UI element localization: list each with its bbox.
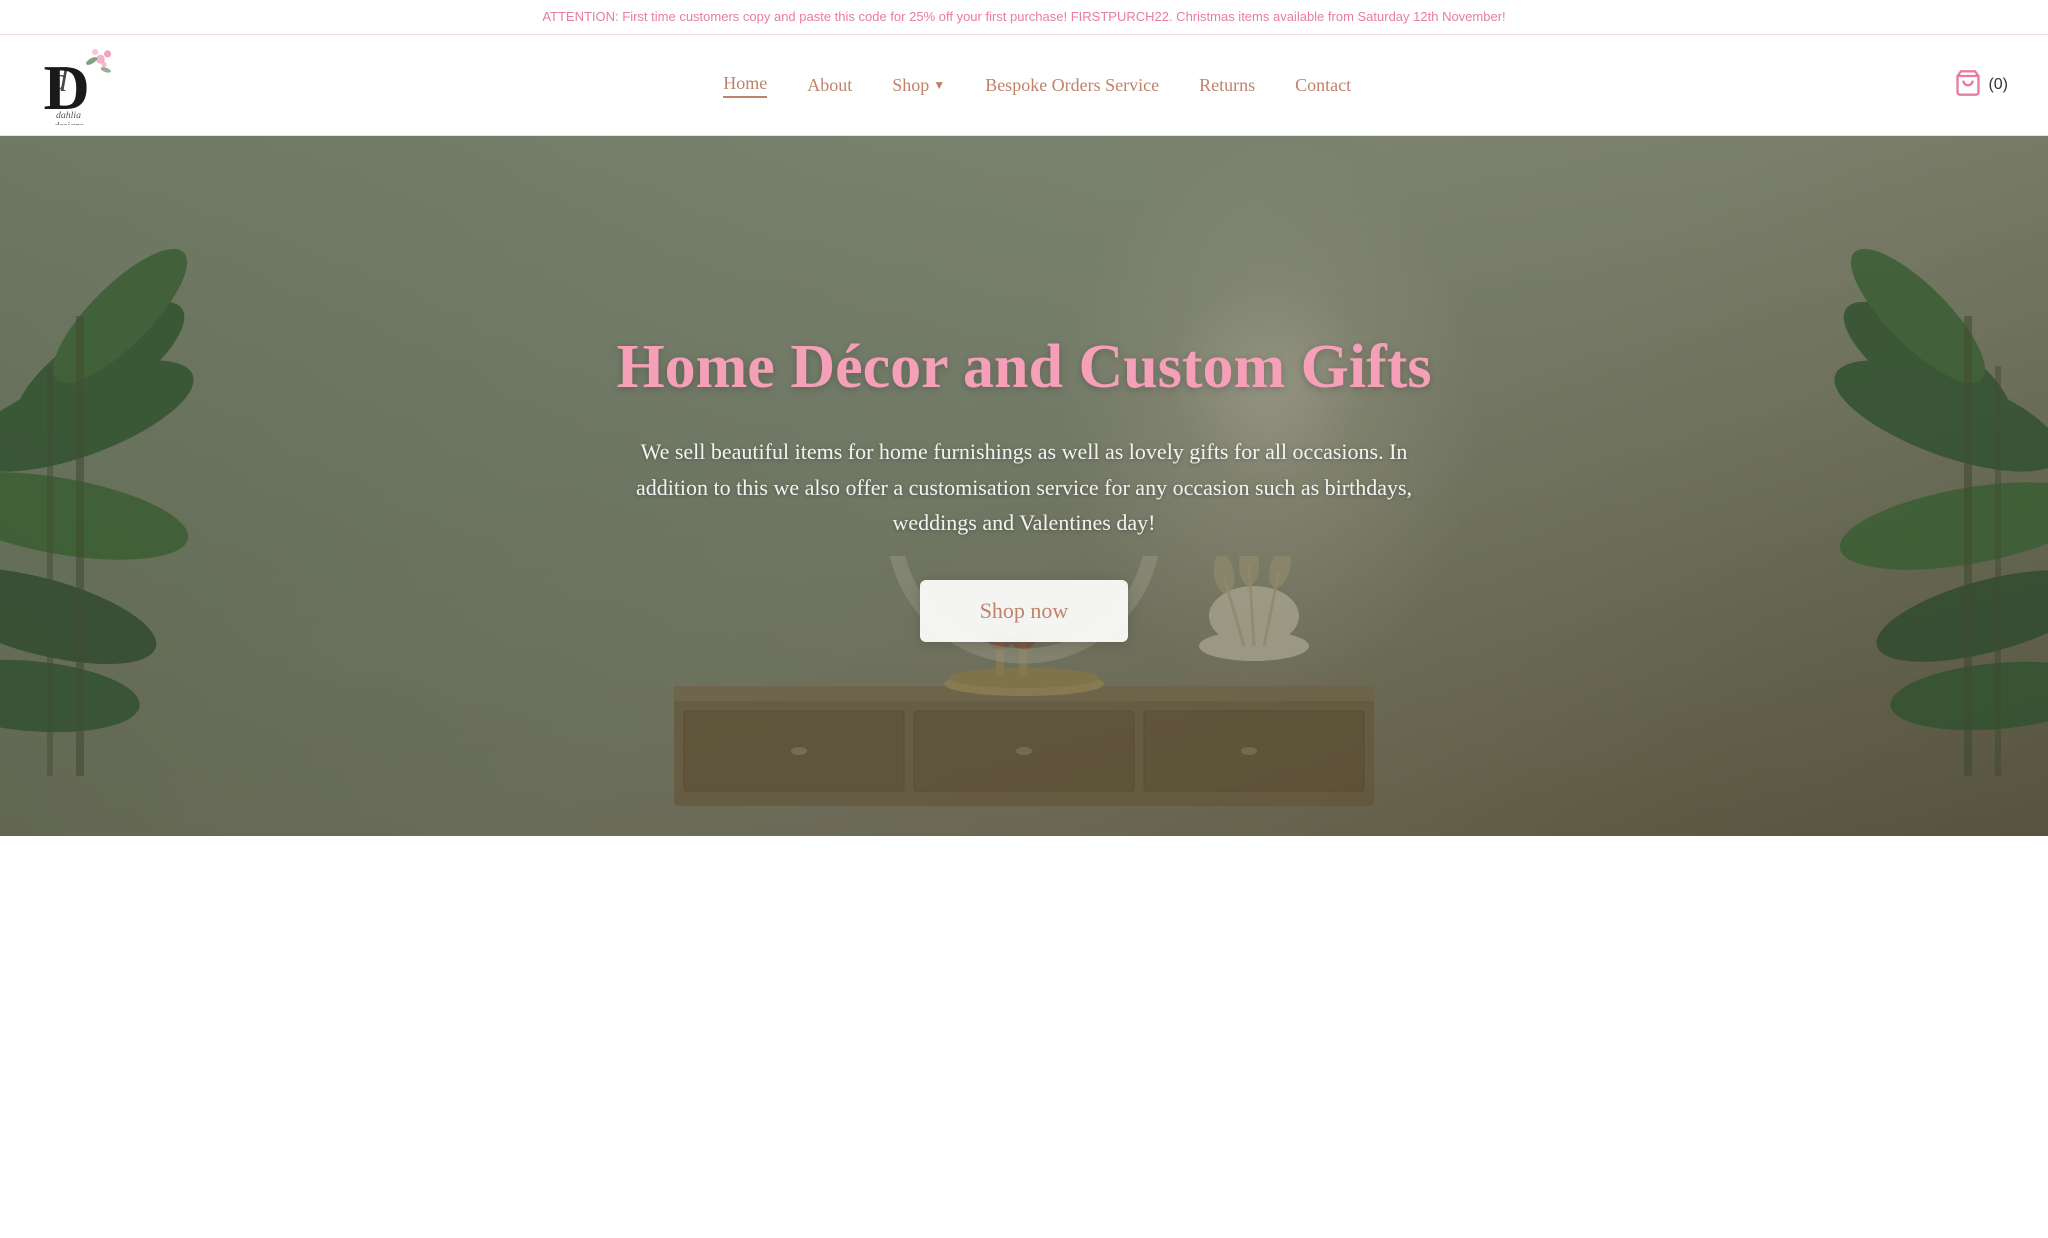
header: D d dahlia designs Home About: [0, 35, 2048, 136]
logo-area[interactable]: D d dahlia designs: [40, 45, 120, 125]
cart-count: (0): [1988, 76, 2008, 94]
hero-section: Home Décor and Custom Gifts We sell beau…: [0, 136, 2048, 836]
hero-content: Home Décor and Custom Gifts We sell beau…: [0, 136, 2048, 836]
shop-now-button[interactable]: Shop now: [920, 580, 1129, 642]
hero-title: Home Décor and Custom Gifts: [616, 330, 1431, 404]
shop-dropdown-chevron: ▼: [933, 78, 945, 93]
announcement-text: ATTENTION: First time customers copy and…: [542, 9, 1505, 24]
cart-icon: [1954, 69, 1982, 102]
nav-item-bespoke[interactable]: Bespoke Orders Service: [985, 75, 1159, 96]
svg-text:dahlia: dahlia: [56, 110, 81, 121]
logo-icon: D d dahlia designs: [40, 45, 120, 125]
nav-item-returns[interactable]: Returns: [1199, 75, 1255, 96]
svg-text:d: d: [51, 62, 68, 99]
svg-text:designs: designs: [54, 121, 83, 125]
announcement-bar: ATTENTION: First time customers copy and…: [0, 0, 2048, 35]
nav-item-shop[interactable]: Shop ▼: [892, 75, 945, 96]
nav-item-home[interactable]: Home: [723, 73, 767, 98]
nav-item-about[interactable]: About: [807, 75, 852, 96]
hero-subtitle: We sell beautiful items for home furnish…: [624, 434, 1424, 540]
cart-area[interactable]: (0): [1954, 69, 2008, 102]
nav-item-contact[interactable]: Contact: [1295, 75, 1351, 96]
nav: Home About Shop ▼ Bespoke Orders Service…: [120, 73, 1954, 98]
